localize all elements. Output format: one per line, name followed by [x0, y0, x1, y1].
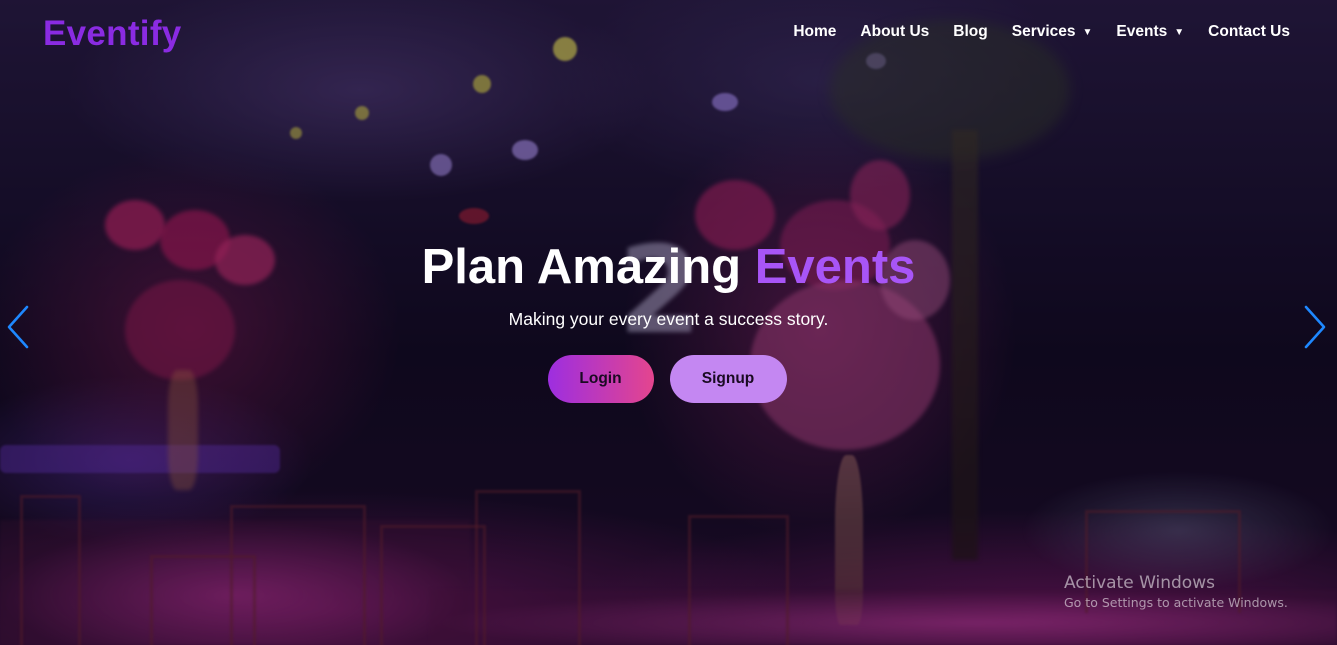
caret-down-icon: ▼	[1082, 26, 1093, 38]
caret-down-icon: ▼	[1174, 26, 1185, 38]
nav-item-contact-us[interactable]: Contact Us	[1208, 23, 1290, 41]
nav-item-label: Events	[1116, 23, 1168, 40]
page: 2 Eventify Home About Us Blog Services ▼…	[0, 0, 1337, 645]
watermark-title: Activate Windows	[1064, 573, 1215, 593]
nav-item-label: Contact Us	[1208, 23, 1290, 40]
hero-title: Plan Amazing Events	[0, 237, 1337, 297]
login-button[interactable]: Login	[547, 355, 654, 403]
brand-logo[interactable]: Eventify	[43, 14, 182, 54]
signup-button[interactable]: Signup	[669, 355, 787, 403]
main-nav: Home About Us Blog Services ▼ Events ▼ C…	[769, 23, 1290, 41]
activate-windows-watermark: Activate Windows Go to Settings to activ…	[1064, 572, 1288, 612]
site-header: Eventify Home About Us Blog Services ▼ E…	[0, 0, 1337, 70]
nav-item-home[interactable]: Home	[793, 23, 836, 41]
nav-item-events[interactable]: Events ▼	[1116, 23, 1184, 41]
nav-item-about-us[interactable]: About Us	[860, 23, 929, 41]
nav-item-label: Blog	[953, 23, 988, 40]
hero-title-main: Plan Amazing	[421, 240, 742, 294]
hero-title-accent: Events	[754, 240, 916, 294]
nav-item-label: About Us	[860, 23, 930, 40]
hero-subtitle: Making your every event a success story.	[508, 309, 829, 329]
nav-item-blog[interactable]: Blog	[953, 23, 987, 41]
nav-item-label: Home	[793, 23, 837, 40]
nav-item-services[interactable]: Services ▼	[1012, 23, 1093, 41]
hero-buttons: Login Signup	[0, 355, 1337, 403]
nav-item-label: Services	[1011, 23, 1076, 40]
watermark-subtitle: Go to Settings to activate Windows.	[1064, 595, 1288, 610]
hero-section: Plan Amazing Events Making your every ev…	[0, 237, 1337, 403]
